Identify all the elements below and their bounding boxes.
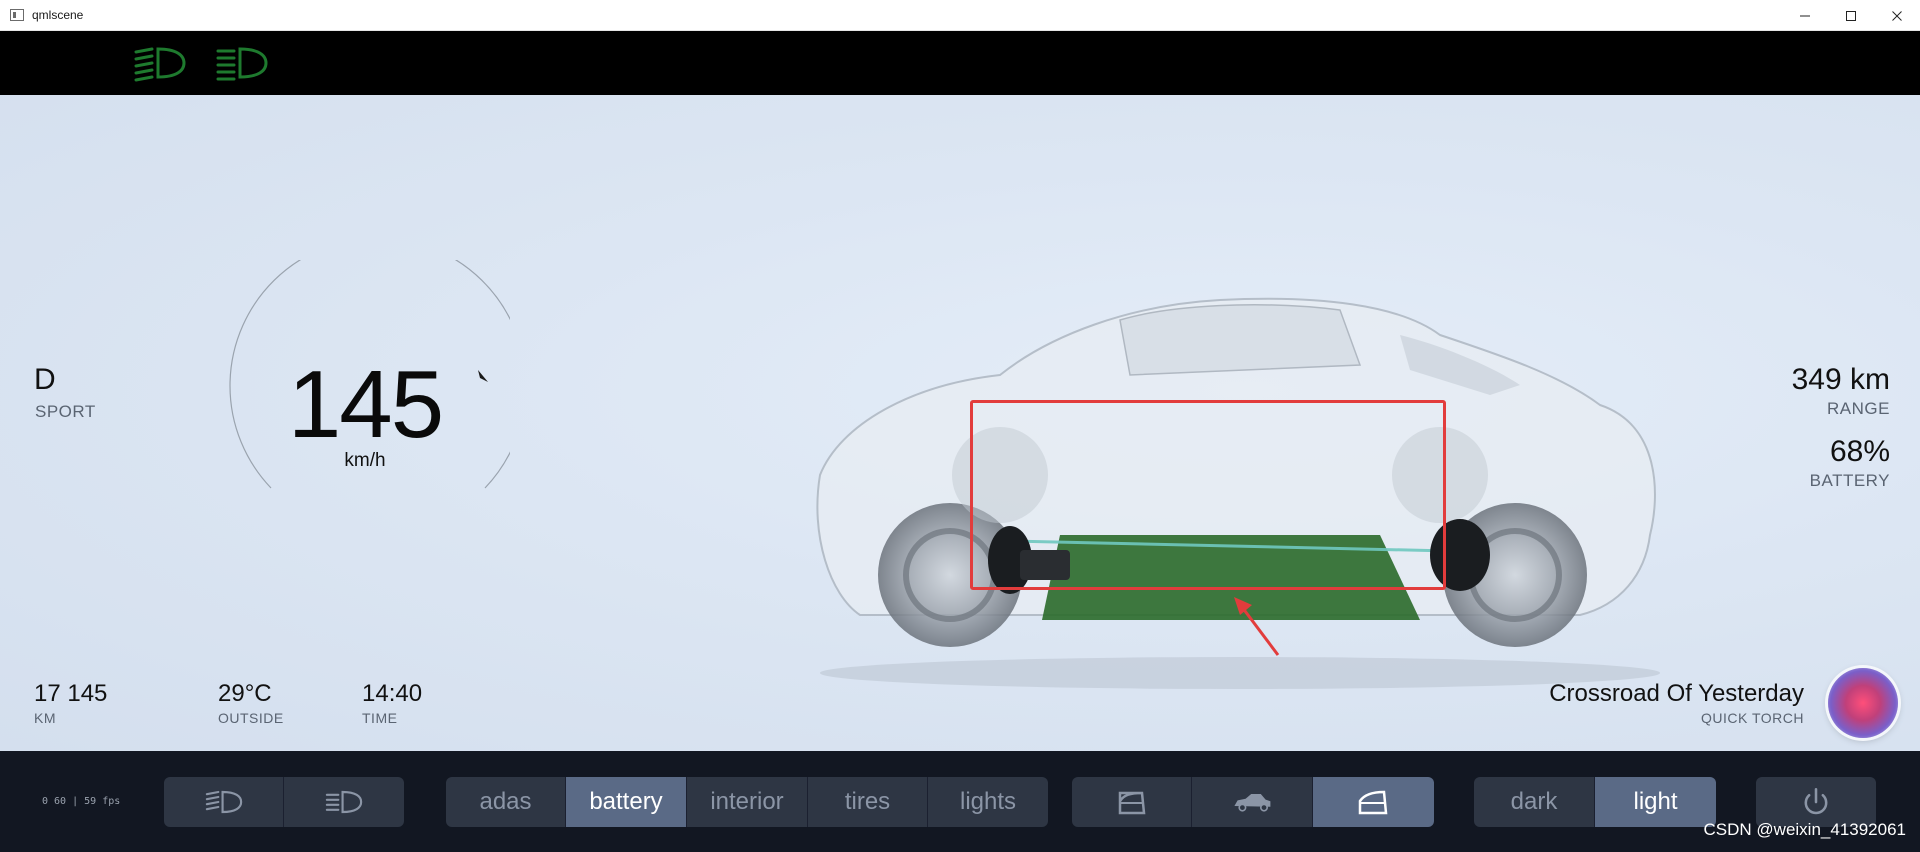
outside-temp-stat: 29°C OUTSIDE — [218, 680, 284, 726]
song-artist: QUICK TORCH — [1701, 710, 1804, 726]
lights-toggle-group — [164, 777, 404, 827]
battery-highlight-box — [970, 400, 1446, 590]
tab-adas[interactable]: adas — [446, 777, 566, 827]
song-title: Crossroad Of Yesterday — [1549, 680, 1804, 707]
theme-light-tab[interactable]: light — [1595, 777, 1716, 827]
trunk-button[interactable] — [1192, 777, 1313, 827]
close-icon — [1892, 10, 1902, 21]
range-stat: 349 km RANGE — [1792, 363, 1890, 419]
view-tabs: adas battery interior tires lights — [446, 777, 1048, 827]
time-stat: 14:40 TIME — [362, 680, 422, 726]
album-art[interactable] — [1828, 668, 1898, 738]
door-icon — [1118, 791, 1145, 815]
high-beam-indicator-icon — [216, 47, 268, 81]
range-value: 349 km — [1791, 363, 1890, 396]
minimize-button[interactable] — [1782, 0, 1828, 31]
now-playing[interactable]: Crossroad Of Yesterday QUICK TORCH — [1549, 680, 1804, 726]
speed-value: 145 — [287, 351, 444, 458]
speed-unit: km/h — [344, 450, 386, 471]
low-beam-icon — [205, 790, 242, 814]
power-icon — [1804, 787, 1828, 815]
window-controls — [1782, 0, 1920, 31]
outside-temp-value: 29°C — [218, 680, 272, 707]
tab-lights[interactable]: lights — [928, 777, 1048, 827]
time-label: TIME — [362, 710, 398, 726]
drive-mode-label: SPORT — [35, 402, 96, 421]
watermark: CSDN @weixin_41392061 — [1703, 820, 1906, 839]
fps-counter: 0 60 | 59 fps — [42, 796, 121, 807]
tab-interior[interactable]: interior — [687, 777, 808, 827]
maximize-icon — [1846, 10, 1856, 21]
indicator-bar — [0, 31, 1920, 95]
annotation-arrow-icon — [1234, 597, 1280, 656]
high-beam-icon — [325, 790, 363, 814]
odometer-stat: 17 145 KM — [34, 680, 107, 726]
battery-label: BATTERY — [1809, 471, 1890, 490]
minimize-icon — [1800, 15, 1810, 16]
car-side-icon — [1234, 794, 1271, 812]
tab-tires[interactable]: tires — [808, 777, 928, 827]
range-label: RANGE — [1827, 399, 1890, 418]
door-open-button[interactable] — [1313, 777, 1434, 827]
door-open-icon — [1358, 790, 1387, 815]
outside-temp-label: OUTSIDE — [218, 710, 284, 726]
theme-dark-tab[interactable]: dark — [1474, 777, 1595, 827]
control-bar: 0 60 | 59 fps adas battery interior tire… — [0, 751, 1920, 852]
door-button[interactable] — [1072, 777, 1192, 827]
battery-stat: 68% BATTERY — [1810, 435, 1890, 491]
app-icon — [10, 9, 24, 21]
maximize-button[interactable] — [1828, 0, 1874, 31]
gear-indicator: D — [34, 363, 56, 396]
odometer-label: KM — [34, 710, 56, 726]
battery-value: 68% — [1829, 435, 1890, 468]
close-button[interactable] — [1874, 0, 1920, 31]
high-beam-button[interactable] — [284, 777, 404, 827]
low-beam-indicator-icon — [134, 47, 186, 82]
dashboard-scene: D SPORT 145 km/h 349 km RANGE 68% BATTER… — [0, 95, 1920, 751]
low-beam-button[interactable] — [164, 777, 284, 827]
theme-tabs: dark light — [1474, 777, 1716, 827]
door-toggle-group — [1072, 777, 1434, 827]
odometer-value: 17 145 — [34, 680, 108, 707]
window-titlebar: qmlscene — [0, 0, 1920, 31]
window-title: qmlscene — [32, 8, 84, 22]
tab-battery[interactable]: battery — [566, 777, 687, 827]
time-value: 14:40 — [362, 680, 423, 707]
